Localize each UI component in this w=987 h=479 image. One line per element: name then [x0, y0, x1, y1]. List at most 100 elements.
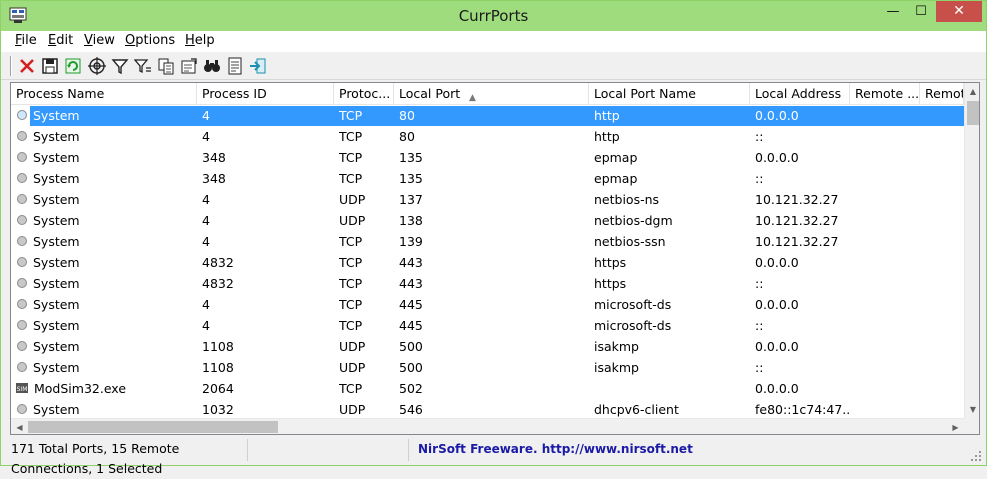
system-process-icon — [17, 320, 27, 330]
horizontal-scroll-thumb[interactable] — [28, 421, 278, 433]
filter-advanced-icon — [133, 59, 151, 74]
system-process-icon — [17, 131, 27, 141]
html-report-icon — [228, 57, 242, 75]
table-row[interactable]: System 4832 TCP 443 https 0.0.0.0 — [11, 252, 964, 273]
column-process-name[interactable]: Process Name — [11, 83, 197, 105]
column-remote-port[interactable]: Remote ... — [850, 83, 920, 105]
html-report-button[interactable] — [225, 56, 245, 76]
cell-port-name: epmap — [594, 150, 638, 165]
cell-pid: 4 — [202, 108, 210, 123]
cell-local-port: 80 — [399, 108, 415, 123]
cell-process: System — [33, 360, 80, 375]
table-row[interactable]: SIM ModSim32.exe 2064 TCP 502 0.0.0.0 — [11, 378, 964, 399]
copy-icon — [158, 58, 174, 75]
minimize-button[interactable]: — — [879, 1, 907, 22]
scroll-up-icon[interactable]: ▲ — [965, 83, 979, 100]
ports-listview[interactable]: Process Name Process ID Protoc... Local … — [10, 82, 980, 435]
column-local-port[interactable]: Local Port ▲ — [394, 83, 589, 105]
cell-pid: 348 — [202, 150, 226, 165]
filter-advanced-button[interactable] — [133, 56, 153, 76]
cell-local-address: :: — [755, 318, 764, 333]
cell-protocol: UDP — [339, 192, 366, 207]
close-button[interactable]: ✕ — [936, 1, 982, 22]
save-icon — [42, 58, 58, 74]
cell-protocol: TCP — [339, 108, 363, 123]
properties-icon — [181, 58, 197, 74]
cell-protocol: TCP — [339, 129, 363, 144]
table-row[interactable]: System 1108 UDP 500 isakmp:: — [11, 357, 964, 378]
resize-grip-icon[interactable] — [969, 449, 983, 463]
cell-port-name: netbios-dgm — [594, 213, 673, 228]
scroll-left-icon[interactable]: ◀ — [11, 419, 28, 434]
table-row[interactable]: System 4 TCP 80 http:: — [11, 126, 964, 147]
table-row[interactable]: System 4832 TCP 443 https:: — [11, 273, 964, 294]
cell-port-name: microsoft-ds — [594, 297, 672, 312]
table-row[interactable]: System 1032 UDP 546 dhcpv6-client fe80::1c74:… — [11, 399, 964, 420]
system-process-icon — [17, 194, 27, 204]
cell-protocol: UDP — [339, 402, 366, 417]
cell-local-port: 80 — [399, 129, 415, 144]
cell-local-address: 10.121.32.27 — [755, 234, 839, 249]
cell-process: System — [33, 297, 80, 312]
vertical-scrollbar[interactable]: ▲ ▼ — [964, 83, 979, 418]
cell-pid: 1108 — [202, 360, 234, 375]
cell-pid: 4 — [202, 297, 210, 312]
table-row[interactable]: System 1108 UDP 500 isakmp 0.0.0.0 — [11, 336, 964, 357]
menu-options[interactable]: Options — [125, 33, 175, 48]
find-icon — [204, 60, 220, 72]
system-process-icon — [17, 278, 27, 288]
refresh-icon — [65, 58, 81, 74]
cell-port-name: netbios-ssn — [594, 234, 666, 249]
close-connections-button[interactable] — [17, 56, 37, 76]
scroll-down-icon[interactable]: ▼ — [965, 401, 979, 418]
horizontal-scrollbar[interactable]: ◀ ▶ — [11, 418, 964, 434]
table-row[interactable]: System 4 TCP 445 microsoft-ds:: — [11, 315, 964, 336]
table-row[interactable]: System 4 TCP 445 microsoft-ds 0.0.0.0 — [11, 294, 964, 315]
filter-button[interactable] — [110, 56, 130, 76]
exit-button[interactable] — [248, 56, 268, 76]
scroll-right-icon[interactable]: ▶ — [947, 419, 964, 434]
menu-view[interactable]: View — [84, 33, 115, 48]
cell-local-port: 445 — [399, 297, 423, 312]
cell-local-port: 500 — [399, 339, 423, 354]
target-button[interactable] — [87, 56, 107, 76]
table-row[interactable]: System 4 UDP 138 netbios-dgm 10.121.32.27 — [11, 210, 964, 231]
title-bar[interactable]: CurrPorts — ☐ ✕ — [1, 1, 986, 31]
cell-protocol: TCP — [339, 276, 363, 291]
cell-process: System — [33, 318, 80, 333]
table-row[interactable]: System 348 TCP 135 epmap:: — [11, 168, 964, 189]
system-process-icon — [17, 341, 27, 351]
column-protocol[interactable]: Protoc... — [334, 83, 394, 105]
cell-process: System — [33, 402, 80, 417]
cell-local-address: :: — [755, 129, 764, 144]
save-button[interactable] — [40, 56, 60, 76]
maximize-button[interactable]: ☐ — [907, 1, 935, 22]
table-row[interactable]: System 4 UDP 137 netbios-ns 10.121.32.27 — [11, 189, 964, 210]
menu-file[interactable]: File — [15, 33, 37, 48]
cell-protocol: TCP — [339, 297, 363, 312]
table-row[interactable]: System 4 TCP 139 netbios-ssn 10.121.32.27 — [11, 231, 964, 252]
column-local-port-name[interactable]: Local Port Name — [589, 83, 750, 105]
column-remote-port-name[interactable]: Remot — [920, 83, 964, 105]
table-row[interactable]: System 348 TCP 135 epmap 0.0.0.0 — [11, 147, 964, 168]
modsim-process-icon: SIM — [16, 383, 28, 393]
find-button[interactable] — [202, 56, 222, 76]
column-process-id[interactable]: Process ID — [197, 83, 334, 105]
menu-help[interactable]: Help — [185, 33, 215, 48]
column-local-address[interactable]: Local Address — [750, 83, 850, 105]
cell-local-port: 445 — [399, 318, 423, 333]
refresh-button[interactable] — [63, 56, 83, 76]
cell-local-port: 502 — [399, 381, 423, 396]
copy-button[interactable] — [156, 56, 176, 76]
menu-edit[interactable]: Edit — [48, 33, 73, 48]
properties-button[interactable] — [179, 56, 199, 76]
cell-local-address: fe80::1c74:47... — [755, 402, 849, 417]
cell-process: System — [33, 213, 80, 228]
table-row[interactable]: System 4 TCP 80 http 0.0.0.0 — [11, 105, 964, 126]
cell-pid: 1108 — [202, 339, 234, 354]
nirsoft-link[interactable]: NirSoft Freeware. http://www.nirsoft.net — [415, 439, 815, 461]
cell-local-address: :: — [755, 360, 764, 375]
system-process-icon — [17, 215, 27, 225]
vertical-scroll-thumb[interactable] — [967, 101, 979, 125]
window-title: CurrPorts — [458, 7, 529, 25]
